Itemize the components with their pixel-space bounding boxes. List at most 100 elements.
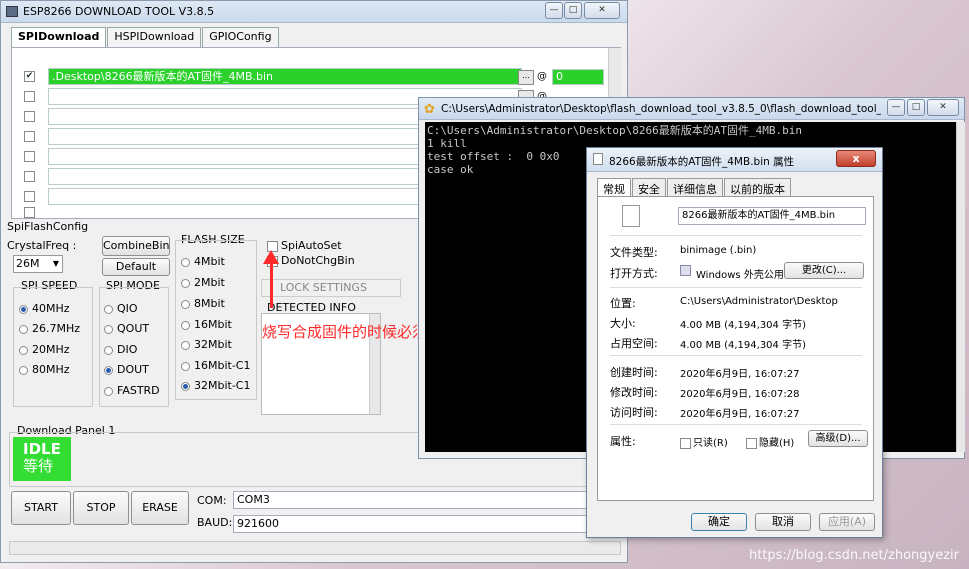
tab-hspidownload[interactable]: HSPIDownload (107, 27, 202, 47)
spi-speed-radio-3[interactable] (19, 345, 28, 355)
spi-mode-radio-3[interactable] (104, 345, 113, 355)
ok-button[interactable]: 确定 (691, 513, 747, 531)
spi-mode-radio-4[interactable] (104, 365, 113, 375)
spi-speed-radio-1[interactable] (19, 304, 28, 314)
spi-mode-option-3[interactable]: DIO (104, 343, 137, 356)
spi-speed-label-3: 20MHz (32, 343, 70, 356)
flash-size-radio-3[interactable] (181, 299, 190, 309)
tab-gpioconfig[interactable]: GPIOConfig (202, 27, 279, 47)
flash-size-option-7[interactable]: 32Mbit-C1 (181, 379, 251, 392)
spi-auto-set-label: SpiAutoSet (281, 239, 342, 252)
spi-mode-option-2[interactable]: QOUT (104, 322, 149, 335)
modified-value: 2020年6月9日, 16:07:28 (680, 389, 800, 400)
flash-size-radio-6[interactable] (181, 361, 190, 371)
file-row-4-checkbox[interactable] (24, 131, 35, 142)
flash-size-option-4[interactable]: 16Mbit (181, 318, 232, 331)
created-value: 2020年6月9日, 16:07:27 (680, 369, 800, 380)
file-row-3-checkbox[interactable] (24, 111, 35, 122)
size-value: 4.00 MB (4,194,304 字节) (680, 320, 806, 331)
spi-speed-option-2[interactable]: 26.7MHz (19, 322, 80, 335)
console-maximize-button[interactable]: □ (907, 99, 925, 116)
file-row-1-browse-button[interactable]: ... (518, 70, 534, 85)
stop-button[interactable]: STOP (73, 491, 129, 525)
spi-speed-option-4[interactable]: 80MHz (19, 363, 70, 376)
file-row-1-offset[interactable]: 0 (552, 69, 604, 85)
divider (610, 235, 862, 236)
advanced-button[interactable]: 高级(D)... (808, 430, 868, 447)
flash-size-option-2[interactable]: 2Mbit (181, 276, 225, 289)
flash-size-label-7: 32Mbit-C1 (194, 379, 251, 392)
console-scrollbar[interactable] (956, 122, 965, 452)
spi-mode-radio-1[interactable] (104, 304, 113, 314)
spi-mode-option-4[interactable]: DOUT (104, 363, 149, 376)
flash-size-radio-1[interactable] (181, 257, 190, 267)
console-line: C:\Users\Administrator\Desktop\8266最新版本的… (427, 124, 803, 137)
maximize-button[interactable]: □ (564, 2, 582, 19)
hidden-option[interactable]: 隐藏(H) (746, 434, 794, 449)
file-row-6-checkbox[interactable] (24, 171, 35, 182)
file-row-7-checkbox[interactable] (24, 191, 35, 202)
attributes-label: 属性: (610, 435, 636, 448)
spi-mode-option-5[interactable]: FASTRD (104, 384, 160, 397)
file-row-1-path[interactable]: .Desktop\8266最新版本的AT固件_4MB.bin (48, 68, 522, 85)
crystal-select[interactable]: 26M ▼ (13, 255, 63, 273)
do-not-chg-bin-option[interactable]: ✔DoNotChgBin (267, 254, 355, 267)
default-button[interactable]: Default (102, 258, 170, 276)
flash-size-label-2: 2Mbit (194, 276, 225, 289)
disk-size-value: 4.00 MB (4,194,304 字节) (680, 340, 806, 351)
flash-size-radio-5[interactable] (181, 340, 190, 350)
properties-close-button[interactable]: x (836, 150, 876, 167)
file-row-1-checkbox[interactable]: ✔ (24, 71, 35, 82)
spi-mode-option-1[interactable]: QIO (104, 302, 138, 315)
change-button[interactable]: 更改(C)... (784, 262, 864, 279)
properties-title: 8266最新版本的AT固件_4MB.bin 属性 (609, 156, 795, 168)
flash-size-option-5[interactable]: 32Mbit (181, 338, 232, 351)
lock-settings-checkbox[interactable]: LOCK SETTINGS (261, 279, 401, 297)
start-button[interactable]: START (11, 491, 71, 525)
erase-button[interactable]: ERASE (131, 491, 189, 525)
hidden-checkbox[interactable] (746, 437, 757, 449)
spi-mode-radio-2[interactable] (104, 324, 113, 334)
divider (610, 287, 862, 288)
close-button[interactable]: ✕ (584, 2, 620, 19)
spi-mode-label-4: DOUT (117, 363, 149, 376)
spi-speed-option-3[interactable]: 20MHz (19, 343, 70, 356)
location-value: C:\Users\Administrator\Desktop (680, 296, 838, 307)
flash-size-radio-4[interactable] (181, 320, 190, 330)
apply-button[interactable]: 应用(A) (819, 513, 875, 531)
flash-size-radio-2[interactable] (181, 278, 190, 288)
readonly-checkbox[interactable] (680, 437, 691, 449)
com-port-select[interactable]: COM3 (233, 491, 589, 509)
esp-tabs: SPIDownload HSPIDownload GPIOConfig (11, 27, 280, 47)
flash-size-option-6[interactable]: 16Mbit-C1 (181, 359, 251, 372)
divider (610, 355, 862, 356)
filename-field[interactable]: 8266最新版本的AT固件_4MB.bin (678, 207, 866, 225)
flash-size-option-1[interactable]: 4Mbit (181, 255, 225, 268)
spi-mode-radio-5[interactable] (104, 386, 113, 396)
flash-size-label-3: 8Mbit (194, 297, 225, 310)
console-minimize-button[interactable]: — (887, 99, 905, 116)
cancel-button[interactable]: 取消 (755, 513, 811, 531)
minimize-button[interactable]: — (545, 2, 563, 19)
flash-size-option-3[interactable]: 8Mbit (181, 297, 225, 310)
spi-speed-option-1[interactable]: 40MHz (19, 302, 70, 315)
console-title-bar: ✿ C:\Users\Administrator\Desktop\flash_d… (419, 98, 964, 120)
file-row-2-checkbox[interactable] (24, 91, 35, 102)
arrow-shaft (270, 258, 273, 308)
properties-dialog: 8266最新版本的AT固件_4MB.bin 属性 x 常规 安全 详细信息 以前的版本… (586, 147, 883, 538)
readonly-option[interactable]: 只读(R) (680, 434, 728, 449)
combine-bin-button[interactable]: CombineBin (102, 236, 170, 256)
file-type-value: binimage (.bin) (680, 245, 757, 256)
console-close-button[interactable]: ✕ (927, 99, 959, 116)
spi-speed-radio-2[interactable] (19, 324, 28, 334)
flash-size-radio-7[interactable] (181, 381, 190, 391)
modified-label: 修改时间: (610, 386, 658, 399)
status-idle-cn: 等待 (23, 457, 54, 475)
tab-spidownload[interactable]: SPIDownload (11, 27, 107, 47)
file-row-8-checkbox[interactable] (24, 207, 35, 218)
console-title: C:\Users\Administrator\Desktop\flash_dow… (441, 103, 881, 115)
file-row-5-checkbox[interactable] (24, 151, 35, 162)
spi-speed-radio-4[interactable] (19, 365, 28, 375)
esp-title-bar: ESP8266 DOWNLOAD TOOL V3.8.5 — □ ✕ (1, 1, 627, 23)
baud-rate-select[interactable]: 921600 (233, 515, 589, 533)
